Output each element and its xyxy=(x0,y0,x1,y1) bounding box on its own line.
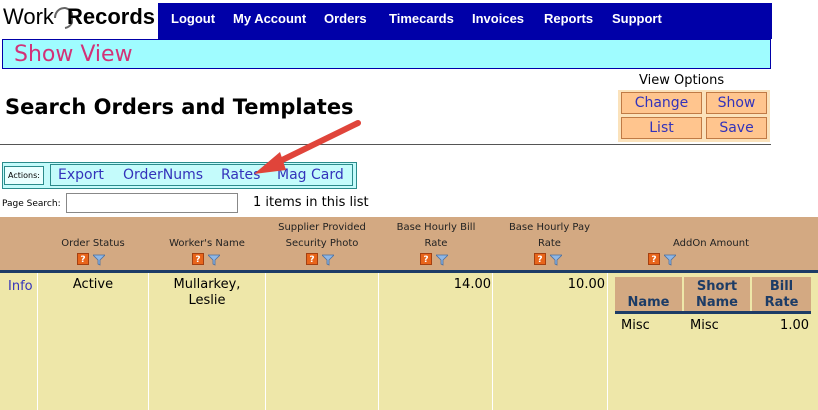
workrecords-logo: Work Records xyxy=(0,0,158,36)
nav-timecards[interactable]: Timecards xyxy=(389,11,454,26)
arrow-annotation-icon xyxy=(254,120,361,174)
nav-orders[interactable]: Orders xyxy=(324,11,367,26)
items-count: 1 items in this list xyxy=(253,195,369,210)
column-divider xyxy=(37,273,38,410)
ordernums-link[interactable]: OrderNums xyxy=(123,167,203,183)
pay-rate-value: 10.00 xyxy=(567,277,605,292)
column-divider xyxy=(378,273,379,410)
header-addon-amount: AddOn Amount xyxy=(672,238,750,249)
addon-row-name: Misc xyxy=(621,318,650,333)
header-supplier-photo-line1: Supplier Provided xyxy=(278,222,366,233)
header-pay-rate-line1: Base Hourly Pay xyxy=(508,222,591,233)
pay-rate-header-icons: ? xyxy=(534,253,566,267)
filter-icon[interactable] xyxy=(664,254,676,266)
page-title: Search Orders and Templates xyxy=(5,95,354,119)
info-link[interactable]: Info xyxy=(8,279,33,294)
view-options-label: View Options xyxy=(639,73,725,88)
filter-icon[interactable] xyxy=(208,254,220,266)
addon-row-bill-rate: 1.00 xyxy=(780,318,809,333)
order-status-value: Active xyxy=(72,277,114,292)
header-workers-name: Worker's Name xyxy=(169,238,245,249)
help-icon[interactable]: ? xyxy=(420,253,432,265)
actions-label: Actions: xyxy=(4,166,44,185)
view-bar: Show View xyxy=(2,39,771,69)
page-search-input[interactable] xyxy=(66,193,238,213)
logo-text-records: Records xyxy=(67,4,156,29)
help-icon[interactable]: ? xyxy=(77,253,89,265)
help-icon[interactable]: ? xyxy=(306,253,318,265)
bill-rate-header-icons: ? xyxy=(420,253,452,267)
column-divider xyxy=(492,273,493,410)
change-button[interactable]: Change xyxy=(621,92,702,114)
save-button[interactable]: Save xyxy=(706,117,767,139)
view-title: Show View xyxy=(14,42,133,67)
show-button[interactable]: Show xyxy=(706,92,767,114)
help-icon[interactable]: ? xyxy=(648,253,660,265)
divider xyxy=(0,144,771,145)
addon-header-bill-rate-line2: Rate xyxy=(764,295,799,310)
filter-icon[interactable] xyxy=(93,254,105,266)
header-pay-rate-line2: Rate xyxy=(538,238,561,249)
header-bill-rate-line2: Rate xyxy=(424,238,448,249)
addon-header-name: Name xyxy=(627,295,670,310)
nav-invoices[interactable]: Invoices xyxy=(472,11,524,26)
filter-icon[interactable] xyxy=(322,254,334,266)
addon-header-short-name-line2: Name xyxy=(695,295,738,310)
addon-table-header-border xyxy=(615,311,811,314)
addon-header-bill-rate-line1: Bill xyxy=(769,279,794,294)
addon-row-short-name: Misc xyxy=(690,318,719,333)
header-bill-rate-line1: Base Hourly Bill xyxy=(396,222,476,233)
addon-header-short-name-line1: Short xyxy=(696,279,738,294)
header-supplier-photo-line2: Security Photo xyxy=(285,238,359,249)
workers-name-line2: Leslie xyxy=(188,293,226,308)
page-search-label: Page Search: xyxy=(2,199,61,209)
logo-text-work: Work xyxy=(3,4,54,29)
bill-rate-value: 14.00 xyxy=(453,277,491,292)
filter-icon[interactable] xyxy=(436,254,448,266)
workers-name-header-icons: ? xyxy=(192,253,224,267)
export-link[interactable]: Export xyxy=(58,167,104,183)
order-status-header-icons: ? xyxy=(77,253,109,267)
header-order-status: Order Status xyxy=(61,238,125,249)
nav-my-account[interactable]: My Account xyxy=(233,11,306,26)
workers-name-line1: Mullarkey, xyxy=(173,277,241,292)
filter-icon[interactable] xyxy=(550,254,562,266)
help-icon[interactable]: ? xyxy=(534,253,546,265)
nav-support[interactable]: Support xyxy=(612,11,662,26)
column-divider xyxy=(607,273,608,410)
help-icon[interactable]: ? xyxy=(192,253,204,265)
supplier-photo-header-icons: ? xyxy=(306,253,338,267)
addon-amount-header-icons: ? xyxy=(648,253,680,267)
nav-reports[interactable]: Reports xyxy=(544,11,593,26)
view-options-panel: Change Show List Save xyxy=(618,90,770,142)
list-button[interactable]: List xyxy=(621,117,702,139)
nav-logout[interactable]: Logout xyxy=(171,11,215,26)
